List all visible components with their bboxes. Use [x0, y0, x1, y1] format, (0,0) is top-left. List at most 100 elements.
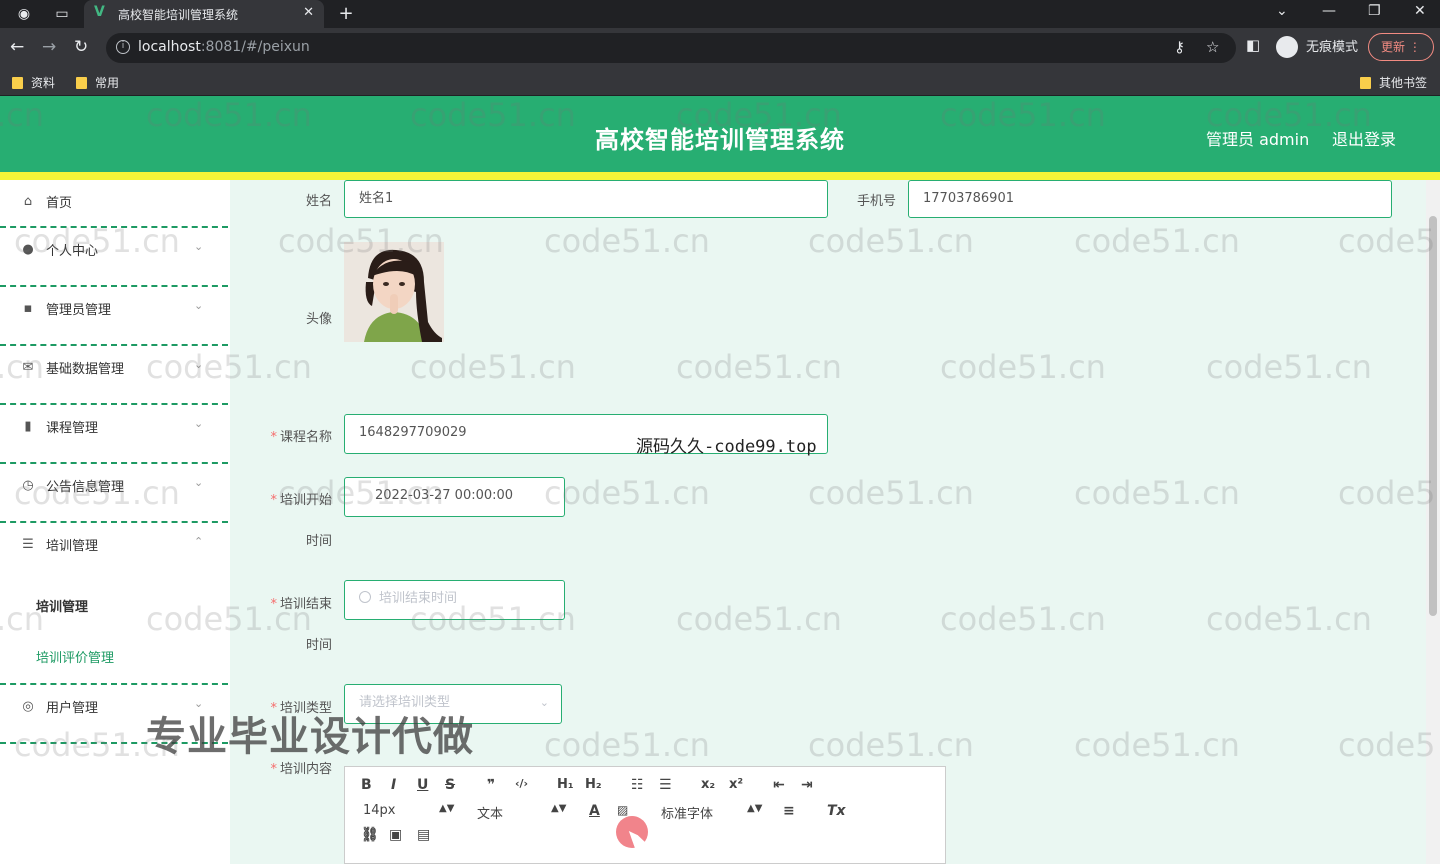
restore-icon[interactable]: ❐ — [1368, 3, 1381, 19]
promo-watermark: 专业毕业设计代做 — [146, 714, 474, 760]
chevron-down-icon: ⌄ — [194, 476, 204, 489]
sidebar-item-base-data[interactable]: ✉ 基础数据管理 ⌄ — [0, 346, 228, 405]
header-accent-stripe — [0, 172, 1440, 180]
url-text[interactable]: localhost:8081/#/peixun — [138, 39, 310, 55]
sidebar-item-label: 首页 — [46, 196, 73, 211]
password-key-icon[interactable]: ⚷ — [1174, 38, 1185, 56]
bookmark-folder-changyong[interactable]: 常用 — [76, 74, 119, 91]
bold-icon[interactable]: B — [361, 777, 372, 793]
outdent-icon[interactable]: ⇤ — [773, 777, 785, 793]
video-icon[interactable]: ▤ — [417, 827, 430, 843]
paragraph-select[interactable]: 文本 — [477, 803, 503, 822]
mail-icon: ✉ — [22, 360, 34, 375]
bookmark-folder-ziliao[interactable]: 资料 — [12, 74, 55, 91]
list-icon: ☰ — [22, 537, 34, 552]
chevron-down-icon: ⌄ — [194, 358, 204, 371]
incognito-icon[interactable] — [1276, 36, 1298, 58]
start-time-label-line2: 时间 — [305, 534, 332, 549]
admin-icon: ▪ — [23, 301, 33, 316]
indent-icon[interactable]: ⇥ — [801, 777, 813, 793]
scrollbar-thumb[interactable] — [1429, 216, 1437, 616]
background-color-icon[interactable]: ▨ — [617, 803, 628, 817]
name-label: 姓名 — [305, 194, 332, 209]
clock-icon: ◷ — [22, 478, 34, 493]
browser-tab[interactable]: V 高校智能培训管理系统 ✕ — [84, 0, 324, 28]
close-window-icon[interactable]: ✕ — [1414, 3, 1426, 19]
code99-watermark: 源码久久-code99.top — [636, 437, 817, 457]
align-icon[interactable]: ≡ — [783, 803, 795, 819]
browser-toolbar: ← → ↻ i localhost:8081/#/peixun ⚷ ☆ ◧ 无痕… — [0, 28, 1440, 68]
link-icon[interactable]: ⛓ — [361, 827, 379, 843]
underline-icon[interactable]: U — [417, 777, 428, 793]
minimize-icon[interactable]: — — [1322, 3, 1336, 19]
tab-list-chevron-icon[interactable]: ⌄ — [1276, 3, 1288, 19]
italic-icon[interactable]: I — [391, 777, 396, 793]
subscript-icon[interactable]: x₂ — [701, 777, 715, 792]
new-tab-button[interactable]: + — [336, 4, 356, 24]
sidebar-item-home[interactable]: ⌂ 首页 — [0, 180, 228, 228]
paragraph-arrow-icon[interactable]: ▲▼ — [551, 803, 566, 814]
heading1-icon[interactable]: H₁ — [557, 777, 574, 792]
end-time-label: * 培训结束 — [270, 597, 332, 612]
editor-toolbar-row1: B I U S ❞ ‹/› H₁ H₂ ☷ ☰ x₂ x² ⇤ ⇥ — [345, 777, 945, 801]
sidebar-subitem-training[interactable]: 培训管理 — [36, 596, 88, 615]
blockquote-icon[interactable]: ❞ — [487, 777, 495, 793]
ordered-list-icon[interactable]: ☷ — [631, 777, 644, 793]
font-color-icon[interactable]: A — [589, 803, 600, 819]
superscript-icon[interactable]: x² — [729, 777, 743, 792]
folder-icon — [76, 77, 87, 89]
user-icon: ● — [22, 242, 34, 257]
rich-text-editor[interactable]: B I U S ❞ ‹/› H₁ H₂ ☷ ☰ x₂ x² ⇤ ⇥ 14px ▲… — [344, 766, 946, 864]
back-icon[interactable]: ← — [10, 37, 24, 57]
code-block-icon[interactable]: ‹/› — [515, 777, 528, 790]
sidebar-item-label: 公告信息管理 — [46, 480, 125, 495]
sidebar-item-label: 课程管理 — [46, 421, 99, 436]
font-size-select[interactable]: 14px — [363, 803, 396, 818]
name-field[interactable]: 姓名1 — [344, 180, 828, 218]
chart-icon: ▮ — [24, 419, 32, 434]
heading2-icon[interactable]: H₂ — [585, 777, 602, 792]
sidebar-item-label: 用户管理 — [46, 701, 99, 716]
sidebar-item-label: 个人中心 — [46, 244, 99, 259]
folder-icon — [1360, 77, 1371, 89]
browser-tab-strip: ◉ ▭ V 高校智能培训管理系统 ✕ + ⌄ — ❐ ✕ — [0, 0, 1440, 28]
page-scrollbar[interactable] — [1426, 180, 1440, 864]
sidebar-item-personal-center[interactable]: ● 个人中心 ⌄ — [0, 228, 228, 287]
side-panel-icon[interactable]: ◧ — [1246, 36, 1260, 54]
sidebar-item-course-management[interactable]: ▮ 课程管理 ⌄ — [0, 405, 228, 464]
font-family-arrow-icon[interactable]: ▲▼ — [747, 803, 762, 814]
current-user: 管理员 admin — [1206, 130, 1310, 149]
reload-icon[interactable]: ↻ — [74, 37, 88, 57]
logout-link[interactable]: 退出登录 — [1332, 126, 1396, 150]
app-header: 高校智能培训管理系统 管理员 admin 退出登录 — [0, 96, 1440, 180]
strikethrough-icon[interactable]: S — [445, 777, 455, 793]
avatar-portrait — [344, 242, 444, 342]
update-button[interactable]: 更新 ⋮ — [1368, 33, 1434, 61]
clear-format-icon[interactable]: Tx — [827, 803, 846, 819]
font-size-arrow-icon[interactable]: ▲▼ — [439, 803, 454, 814]
phone-label: 手机号 — [856, 194, 896, 209]
avatar-image[interactable] — [344, 242, 444, 342]
bullet-list-icon[interactable]: ☰ — [659, 777, 672, 793]
forward-icon[interactable]: → — [42, 37, 56, 57]
bookmark-star-icon[interactable]: ☆ — [1206, 38, 1219, 56]
sidebar-item-notice[interactable]: ◷ 公告信息管理 ⌄ — [0, 464, 228, 523]
browser-menu-icon[interactable]: ◉ — [14, 4, 34, 24]
site-info-icon[interactable]: i — [116, 40, 130, 54]
sidebar-subitem-training-evaluation[interactable]: 培训评价管理 — [36, 647, 114, 666]
tab-close-icon[interactable]: ✕ — [303, 5, 314, 20]
sidebar-item-admin-management[interactable]: ▪ 管理员管理 ⌄ — [0, 287, 228, 346]
image-icon[interactable]: ▣ — [389, 827, 402, 843]
bookmarks-bar: 资料 常用 其他书签 — [0, 68, 1440, 96]
address-bar[interactable]: i localhost:8081/#/peixun ⚷ ☆ — [106, 33, 1236, 63]
start-time-picker[interactable]: 2022-03-27 00:00:00 — [344, 477, 565, 517]
end-time-picker[interactable]: 培训结束时间 — [344, 580, 565, 620]
end-time-label-line2: 时间 — [305, 638, 332, 653]
phone-field[interactable]: 17703786901 — [908, 180, 1392, 218]
sidebar-item-training[interactable]: ☰ 培训管理 ⌃ 培训管理 培训评价管理 — [0, 523, 228, 685]
avatar-label: 头像 — [305, 312, 332, 327]
other-bookmarks[interactable]: 其他书签 — [1360, 74, 1427, 91]
font-family-select[interactable]: 标准字体 — [661, 803, 713, 822]
chevron-down-icon: ⌄ — [194, 240, 204, 253]
tab-search-icon[interactable]: ▭ — [52, 4, 72, 24]
